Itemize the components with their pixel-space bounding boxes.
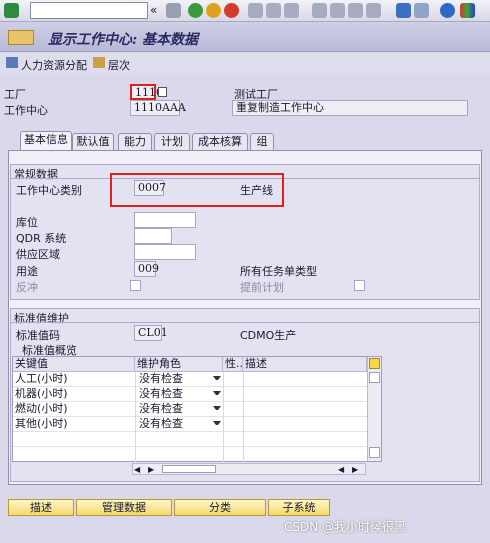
- table-row[interactable]: 人工(小时) 没有检查: [13, 372, 367, 387]
- row-key: 燃动(小时): [15, 402, 68, 415]
- highlight-box: [110, 173, 284, 207]
- backflush-checkbox[interactable]: [130, 280, 141, 291]
- system-toolbar: «: [0, 0, 490, 22]
- table-row[interactable]: 其他(小时) 没有检查: [13, 417, 367, 432]
- standard-value-title: 标准值维护: [14, 312, 69, 325]
- hr-assignment-button[interactable]: 人力资源分配: [21, 57, 87, 73]
- row-key: 机器(小时): [15, 387, 68, 400]
- tab-capacity[interactable]: 能力: [118, 133, 152, 150]
- storage-field[interactable]: [134, 212, 196, 228]
- watermark: CSDN @我小时候很黑: [284, 520, 407, 534]
- find-icon[interactable]: [266, 3, 281, 18]
- scroll-right-icon-2[interactable]: ▶: [352, 465, 358, 474]
- scroll-down-button[interactable]: [369, 447, 380, 458]
- plant-field[interactable]: 1110: [130, 84, 163, 100]
- subsystem-button[interactable]: 子系统: [268, 499, 330, 516]
- value-help-icon[interactable]: [158, 87, 167, 97]
- transaction-icon[interactable]: [8, 30, 34, 45]
- table-row[interactable]: [13, 447, 367, 462]
- table-row[interactable]: [13, 432, 367, 447]
- storage-label: 库位: [16, 216, 38, 229]
- scroll-left-icon-2[interactable]: ◀: [338, 465, 344, 474]
- usage-field[interactable]: 009: [134, 261, 159, 277]
- new-session-icon[interactable]: [396, 3, 411, 18]
- description-button[interactable]: 描述: [8, 499, 74, 516]
- general-data-title: 常规数据: [14, 168, 58, 181]
- col-header-key[interactable]: 关键值: [13, 357, 135, 372]
- work-center-label: 工作中心: [4, 104, 48, 117]
- supply-area-field[interactable]: [134, 244, 196, 260]
- chevron-down-icon[interactable]: [213, 391, 221, 395]
- help-icon[interactable]: [440, 3, 455, 18]
- chevron-down-icon[interactable]: [213, 421, 221, 425]
- row-role[interactable]: 没有检查: [137, 387, 223, 402]
- col-divider: [135, 372, 136, 462]
- tab-costing[interactable]: 成本核算: [192, 133, 248, 150]
- table-row[interactable]: 燃动(小时) 没有检查: [13, 402, 367, 417]
- advance-planning-label: 提前计划: [240, 281, 284, 294]
- tab-defaults[interactable]: 默认值: [72, 133, 114, 150]
- qdr-field[interactable]: [134, 228, 172, 244]
- chevron-down-icon[interactable]: [213, 376, 221, 380]
- scroll-left-icon[interactable]: ◀: [134, 465, 140, 474]
- exit-icon[interactable]: [206, 3, 221, 18]
- scroll-up-button[interactable]: [369, 372, 380, 383]
- next-page-icon[interactable]: [348, 3, 363, 18]
- tab-scheduling[interactable]: 计划: [154, 133, 190, 150]
- usage-description: 所有任务单类型: [240, 265, 317, 278]
- history-icon[interactable]: «: [150, 3, 157, 17]
- hierarchy-button[interactable]: 层次: [108, 57, 130, 73]
- scroll-thumb[interactable]: [162, 465, 216, 473]
- work-center-description: 重复制造工作中心: [232, 100, 468, 116]
- row-key: 人工(小时): [15, 372, 68, 385]
- hr-icon: [6, 57, 18, 68]
- standard-key-field[interactable]: CL01: [134, 325, 168, 341]
- tab-group[interactable]: 组: [250, 133, 274, 150]
- layout-icon[interactable]: [460, 3, 475, 18]
- tab-basic-info[interactable]: 基本信息: [20, 131, 72, 151]
- row-role[interactable]: 没有检查: [137, 372, 223, 387]
- row-key: 其他(小时): [15, 417, 68, 430]
- backflush-label: 反冲: [16, 281, 38, 294]
- classification-button[interactable]: 分类: [174, 499, 266, 516]
- standard-key-description: CDMO生产: [240, 329, 297, 342]
- standard-key-label: 标准值码: [16, 329, 60, 342]
- hierarchy-icon: [93, 57, 105, 68]
- back-icon[interactable]: [188, 3, 203, 18]
- col-divider: [223, 372, 224, 462]
- usage-label: 用途: [16, 265, 38, 278]
- col-header-role[interactable]: 维护角色: [135, 357, 223, 372]
- row-role[interactable]: 没有检查: [137, 402, 223, 417]
- chevron-down-icon[interactable]: [213, 406, 221, 410]
- plant-label: 工厂: [4, 88, 26, 101]
- category-label: 工作中心类别: [16, 184, 82, 197]
- column-settings-icon[interactable]: [369, 358, 380, 369]
- work-center-field[interactable]: 1110AAA: [130, 100, 186, 116]
- page-title: 显示工作中心: 基本数据: [48, 32, 199, 48]
- find-next-icon[interactable]: [284, 3, 299, 18]
- cancel-icon[interactable]: [224, 3, 239, 18]
- prev-page-icon[interactable]: [330, 3, 345, 18]
- table-row[interactable]: 机器(小时) 没有检查: [13, 387, 367, 402]
- col-header-desc[interactable]: 描述: [243, 357, 367, 372]
- advance-planning-checkbox[interactable]: [354, 280, 365, 291]
- shortcut-icon[interactable]: [414, 3, 429, 18]
- first-page-icon[interactable]: [312, 3, 327, 18]
- standard-values-table: 关键值 维护角色 性.. 描述 人工(小时) 没有检查 机器(小时) 没有检查 …: [12, 356, 382, 462]
- group-divider-2: [10, 322, 480, 323]
- admin-data-button[interactable]: 管理数据: [76, 499, 172, 516]
- scroll-right-icon[interactable]: ▶: [148, 465, 154, 474]
- col-header-attr[interactable]: 性..: [223, 357, 243, 372]
- row-role[interactable]: 没有检查: [137, 417, 223, 432]
- supply-area-label: 供应区域: [16, 248, 60, 261]
- command-field[interactable]: [30, 2, 148, 19]
- enter-icon[interactable]: [4, 3, 19, 18]
- qdr-label: QDR 系统: [16, 232, 67, 245]
- save-icon[interactable]: [166, 3, 181, 18]
- print-icon[interactable]: [248, 3, 263, 18]
- last-page-icon[interactable]: [366, 3, 381, 18]
- col-divider: [243, 372, 244, 462]
